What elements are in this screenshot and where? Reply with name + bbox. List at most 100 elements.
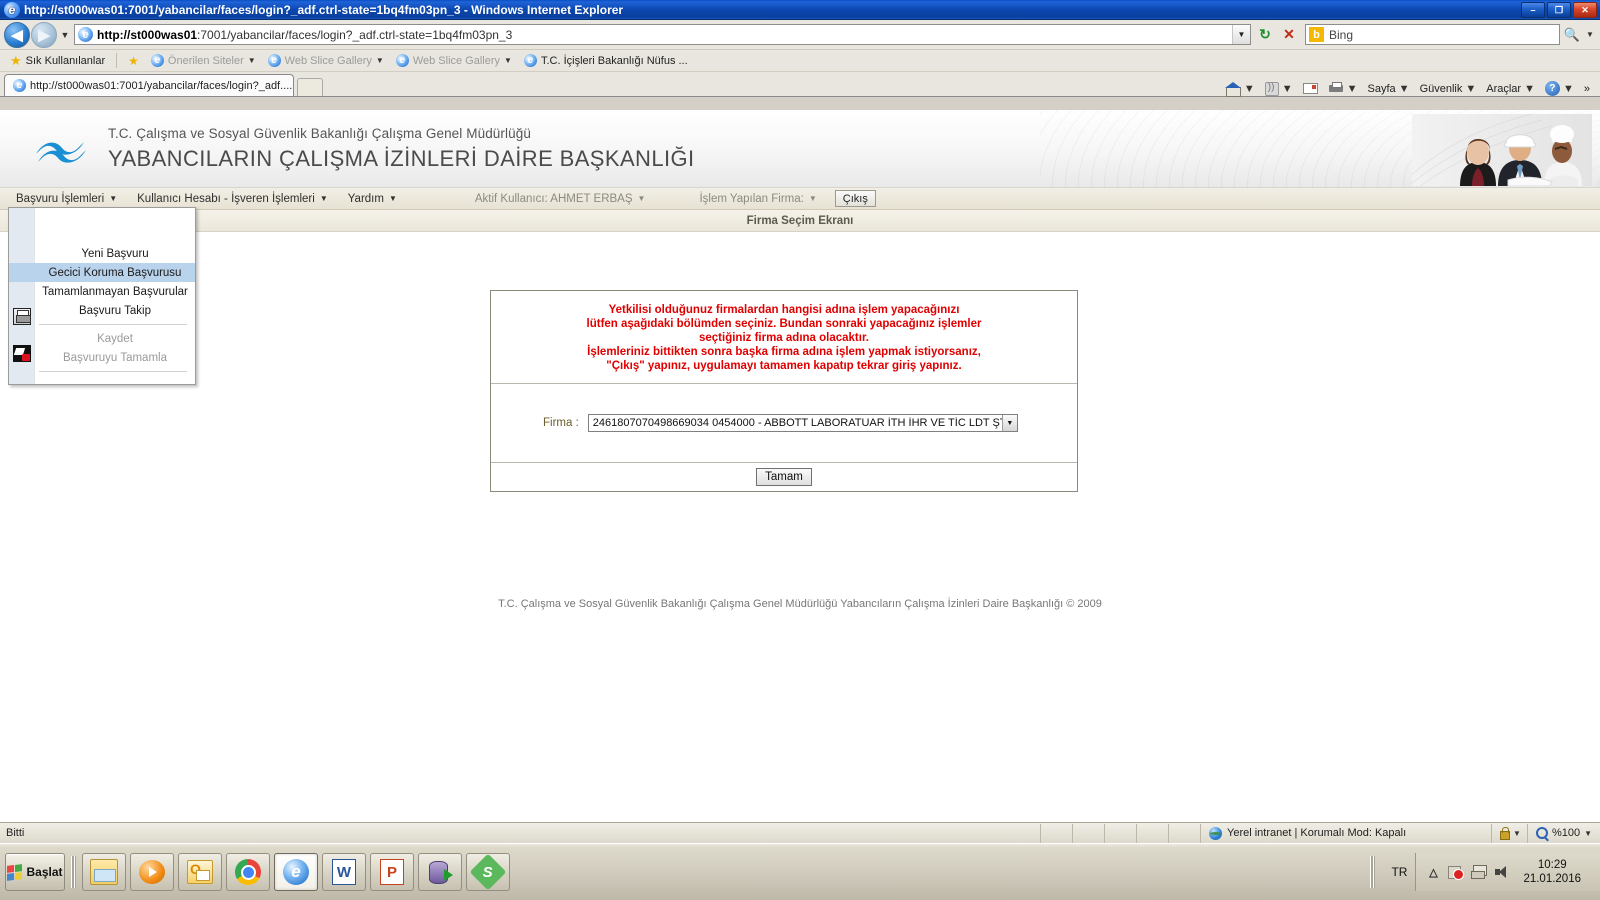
menu-item-basvuru-takip[interactable]: Başvuru Takip <box>9 301 195 320</box>
tray-grip[interactable] <box>1370 856 1376 888</box>
status-text: Bitti <box>6 827 25 839</box>
home-button[interactable]: ▼ <box>1221 81 1259 97</box>
taskbar-item-s-app[interactable]: S <box>466 853 510 891</box>
favorite-item-web-slice-gallery-1[interactable]: Web Slice Gallery ▼ <box>262 54 390 67</box>
security-zone-label: Yerel intranet | Korumalı Mod: Kapalı <box>1227 827 1407 839</box>
address-dropdown-caret[interactable]: ▼ <box>1232 25 1250 44</box>
forward-button[interactable]: ▶ <box>31 21 57 48</box>
powerpoint-icon: P <box>380 859 404 885</box>
menu-label: İşlem Yapılan Firma: <box>699 192 804 205</box>
chevron-down-icon[interactable]: ▼ <box>1282 83 1293 95</box>
taskbar-item-powerpoint[interactable]: P <box>370 853 414 891</box>
menu-kullanici-hesabi[interactable]: Kullanıcı Hesabı - İşveren İşlemleri ▼ <box>127 188 338 209</box>
menu-item-yeni-basvuru[interactable]: Yeni Başvuru <box>9 244 195 263</box>
add-to-favorites-button[interactable]: ★ <box>122 55 145 67</box>
ministry-logo-icon <box>32 126 88 172</box>
favorite-item-web-slice-gallery-2[interactable]: Web Slice Gallery ▼ <box>390 54 518 67</box>
taskbar-item-word[interactable]: W <box>322 853 366 891</box>
start-button[interactable]: Başlat <box>5 853 65 891</box>
tools-menu[interactable]: Araçlar ▼ <box>1482 83 1539 95</box>
tamam-button[interactable]: Tamam <box>756 468 812 486</box>
close-button[interactable]: ✕ <box>1573 1 1597 18</box>
chevron-down-icon[interactable]: ▼ <box>1347 83 1358 95</box>
menu-yardim[interactable]: Yardım ▼ <box>338 188 407 209</box>
exit-button[interactable]: Çıkış <box>834 190 876 207</box>
favorites-button[interactable]: ★ Sık Kullanılanlar <box>4 54 111 67</box>
clock[interactable]: 10:29 21.01.2016 <box>1517 858 1591 886</box>
chevron-down-icon[interactable]: ▼ <box>1563 83 1574 95</box>
firma-select[interactable]: 2461807070498669034 0454000 - ABBOTT LAB… <box>587 414 1018 432</box>
stop-icon[interactable]: ✕ <box>1278 24 1300 46</box>
desktop-root: http://st000was01:7001/yabancilar/faces/… <box>0 0 1600 900</box>
taskbar-item-internet-explorer[interactable]: e <box>274 853 318 891</box>
refresh-icon[interactable]: ↻ <box>1254 24 1276 46</box>
chevron-down-icon[interactable]: ▼ <box>1244 83 1255 95</box>
search-icon[interactable]: 🔍 <box>1560 23 1584 47</box>
feeds-button[interactable]: ▼ <box>1261 81 1297 96</box>
address-bar[interactable]: http://st000was01:7001/yabancilar/faces/… <box>74 24 1251 45</box>
read-mail-button[interactable] <box>1299 83 1322 94</box>
ie-small-icon <box>395 54 409 67</box>
show-hidden-icons-icon[interactable]: △ <box>1425 865 1441 880</box>
safety-menu[interactable]: Güvenlik ▼ <box>1416 83 1481 95</box>
chevron-down-icon[interactable]: ▼ <box>1399 83 1410 95</box>
search-options-caret[interactable]: ▼ <box>1584 30 1596 39</box>
chevron-down-icon[interactable]: ▼ <box>1584 829 1592 838</box>
menu-aktif-kullanici[interactable]: Aktif Kullanıcı: AHMET ERBAŞ ▼ <box>465 188 656 209</box>
back-button[interactable]: ◀ <box>4 21 30 48</box>
network-disconnected-icon[interactable] <box>1448 865 1465 880</box>
tab-title: http://st000was01:7001/yabancilar/faces/… <box>30 79 293 92</box>
app-menu-bar: Başvuru İşlemleri ▼ Kullanıcı Hesabı - İ… <box>0 188 1600 210</box>
mail-icon <box>1302 83 1318 94</box>
display-icon[interactable] <box>1471 865 1488 879</box>
system-tray: TR △ 10:29 21.01.2016 <box>1362 844 1600 900</box>
menu-basvuru-islemleri[interactable]: Başvuru İşlemleri ▼ <box>6 188 127 209</box>
maximize-button[interactable]: ❐ <box>1547 1 1571 18</box>
chrome-icon <box>235 859 261 885</box>
bing-icon: b <box>1309 27 1324 42</box>
taskbar-item-database[interactable] <box>418 853 462 891</box>
recent-pages-caret[interactable]: ▼ <box>58 30 72 40</box>
help-menu[interactable]: ? ▼ <box>1541 81 1578 96</box>
chevron-down-icon[interactable]: ▼ <box>1465 83 1476 95</box>
language-indicator[interactable]: TR <box>1383 865 1415 879</box>
clock-date: 21.01.2016 <box>1523 873 1581 885</box>
command-bar-overflow[interactable]: » <box>1580 83 1594 95</box>
chevron-down-icon[interactable]: ▼ <box>504 56 512 65</box>
taskbar-item-chrome[interactable] <box>226 853 270 891</box>
chevron-down-icon: ▼ <box>637 194 646 203</box>
favorite-item-suggested-sites[interactable]: Önerilen Siteler ▼ <box>145 54 262 67</box>
favorite-label: Önerilen Siteler <box>167 54 244 67</box>
taskbar-item-media-player[interactable] <box>130 853 174 891</box>
menu-item-gecici-koruma-basvurusu[interactable]: Gecici Koruma Başvurusu <box>9 263 195 282</box>
page-menu[interactable]: Sayfa ▼ <box>1364 83 1414 95</box>
print-button[interactable]: ▼ <box>1324 82 1362 95</box>
chevron-down-icon[interactable]: ▼ <box>1524 83 1535 95</box>
s-app-icon: S <box>469 853 507 891</box>
status-cell <box>1040 823 1072 843</box>
menu-islem-yapilan-firma[interactable]: İşlem Yapılan Firma: ▼ <box>689 188 826 209</box>
taskbar-item-outlook[interactable] <box>178 853 222 891</box>
new-tab-button[interactable] <box>297 78 323 96</box>
protected-mode-button[interactable]: ▼ <box>1491 823 1527 843</box>
address-text: http://st000was01:7001/yabancilar/faces/… <box>97 28 1232 42</box>
chevron-down-icon[interactable]: ▼ <box>1001 415 1017 431</box>
save-floppy-icon <box>13 308 31 325</box>
zoom-control[interactable]: %100 ▼ <box>1526 823 1600 843</box>
chevron-down-icon[interactable]: ▼ <box>376 56 384 65</box>
security-zone-indicator[interactable]: Yerel intranet | Korumalı Mod: Kapalı <box>1200 823 1414 843</box>
lock-icon <box>1498 827 1511 840</box>
search-box[interactable]: b Bing <box>1305 24 1560 45</box>
menu-item-tamamlanmayan-basvurular[interactable]: Tamamlanmayan Başvurular <box>9 282 195 301</box>
chevron-down-icon[interactable]: ▼ <box>248 56 256 65</box>
quick-launch-grip[interactable] <box>71 856 76 888</box>
favorite-item-nufus[interactable]: T.C. İçişleri Bakanlığı Nüfus ... <box>518 54 694 67</box>
status-cell <box>1072 823 1104 843</box>
browser-tab-active[interactable]: http://st000was01:7001/yabancilar/faces/… <box>4 74 294 96</box>
minimize-button[interactable]: – <box>1521 1 1545 18</box>
address-rest: :7001/yabancilar/faces/login?_adf.ctrl-s… <box>197 27 513 42</box>
chevron-down-icon[interactable]: ▼ <box>1513 829 1521 838</box>
volume-icon[interactable] <box>1494 865 1510 879</box>
ie-small-icon <box>150 54 164 67</box>
taskbar-item-windows-explorer[interactable] <box>82 853 126 891</box>
